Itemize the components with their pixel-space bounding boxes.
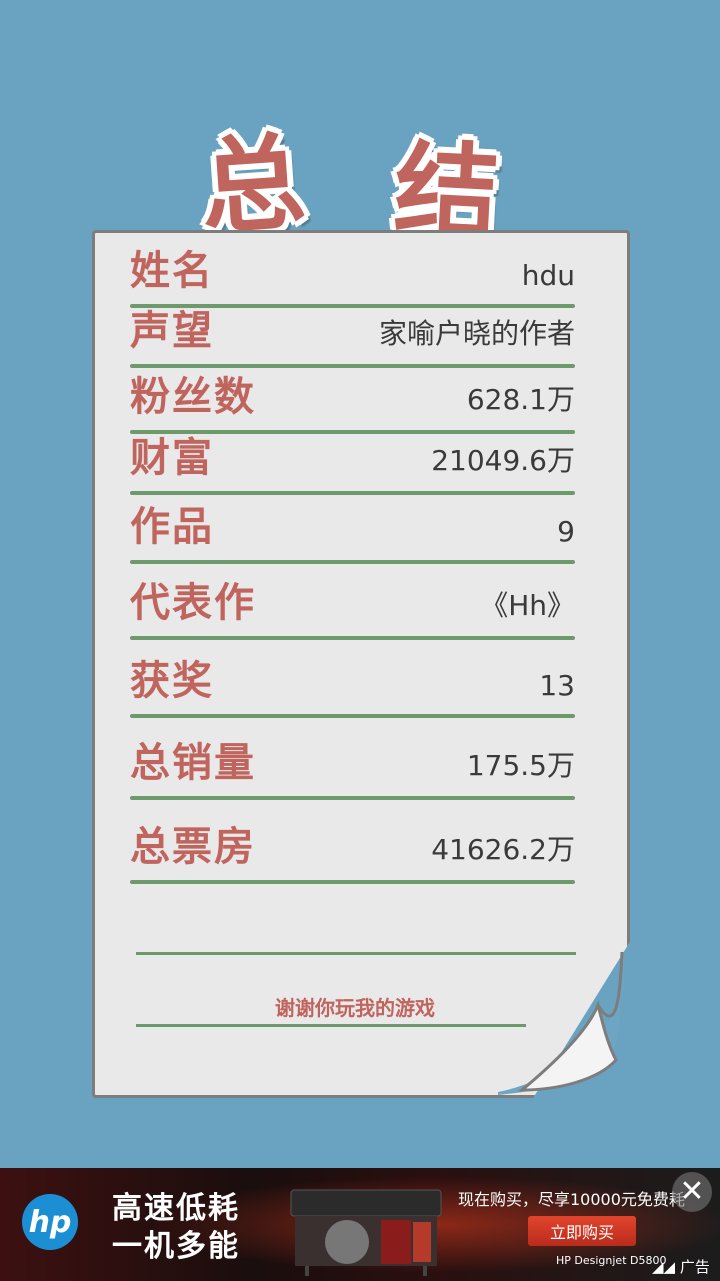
hp-logo-icon: hp	[22, 1194, 78, 1250]
row-label: 财富	[130, 435, 214, 481]
blank-divider	[136, 952, 576, 955]
row-label: 作品	[130, 504, 214, 550]
row-label: 粉丝数	[130, 374, 256, 420]
row-value: 41626.2万	[431, 833, 575, 866]
ad-headline-line-2: 一机多能	[112, 1229, 240, 1264]
row-reputation: 声望 家喻户晓的作者	[130, 306, 575, 368]
row-label: 获奖	[130, 658, 214, 704]
row-value: 628.1万	[466, 383, 575, 416]
row-divider	[130, 560, 575, 564]
row-label: 代表作	[130, 580, 256, 626]
row-sales: 总销量 175.5万	[130, 738, 575, 800]
thanks-message: 谢谢你玩我的游戏	[275, 996, 435, 1020]
ad-promo-text: 现在购买，尽享10000元免费耗	[458, 1190, 685, 1209]
ad-brand-icon: ◢◢	[652, 1258, 676, 1276]
row-awards: 获奖 13	[130, 656, 575, 718]
row-divider	[130, 880, 575, 884]
row-wealth: 财富 21049.6万	[130, 433, 575, 495]
summary-title: 总 结	[190, 95, 535, 256]
row-label: 总销量	[130, 740, 256, 786]
row-box-office: 总票房 41626.2万	[130, 822, 575, 884]
row-value: 9	[557, 515, 575, 548]
row-value: 《Hh》	[480, 589, 575, 622]
ad-label-text: 广告	[679, 1258, 710, 1276]
row-fans: 粉丝数 628.1万	[130, 372, 575, 434]
row-value: hdu	[521, 259, 575, 292]
row-label: 声望	[130, 308, 214, 354]
buy-now-button[interactable]: 立即购买	[528, 1216, 636, 1246]
row-divider	[130, 796, 575, 800]
blank-divider	[136, 1024, 526, 1027]
row-value: 21049.6万	[431, 444, 575, 477]
row-label: 姓名	[130, 248, 214, 294]
row-divider	[130, 714, 575, 718]
close-icon[interactable]: ✕	[672, 1172, 712, 1212]
row-divider	[130, 636, 575, 640]
row-masterpiece: 代表作 《Hh》	[130, 578, 575, 640]
row-value: 13	[539, 669, 575, 702]
ad-model-name: HP Designjet D5800	[556, 1254, 667, 1267]
row-label: 总票房	[130, 824, 256, 870]
row-works: 作品 9	[130, 502, 575, 564]
row-value: 家喻户晓的作者	[378, 317, 575, 350]
ad-headline: 高速低耗 一机多能	[112, 1190, 240, 1266]
ad-banner[interactable]: hp 高速低耗 一机多能 现在购买，尽享10000元免费耗 立即购买 HP De…	[0, 1168, 720, 1281]
ad-label: ◢◢ 广告	[652, 1256, 710, 1277]
paper-curl-corner	[498, 950, 624, 1095]
row-value: 175.5万	[466, 749, 575, 782]
ad-headline-line-1: 高速低耗	[112, 1191, 240, 1226]
printer-image-icon	[290, 1189, 442, 1276]
row-name: 姓名 hdu	[130, 246, 575, 308]
